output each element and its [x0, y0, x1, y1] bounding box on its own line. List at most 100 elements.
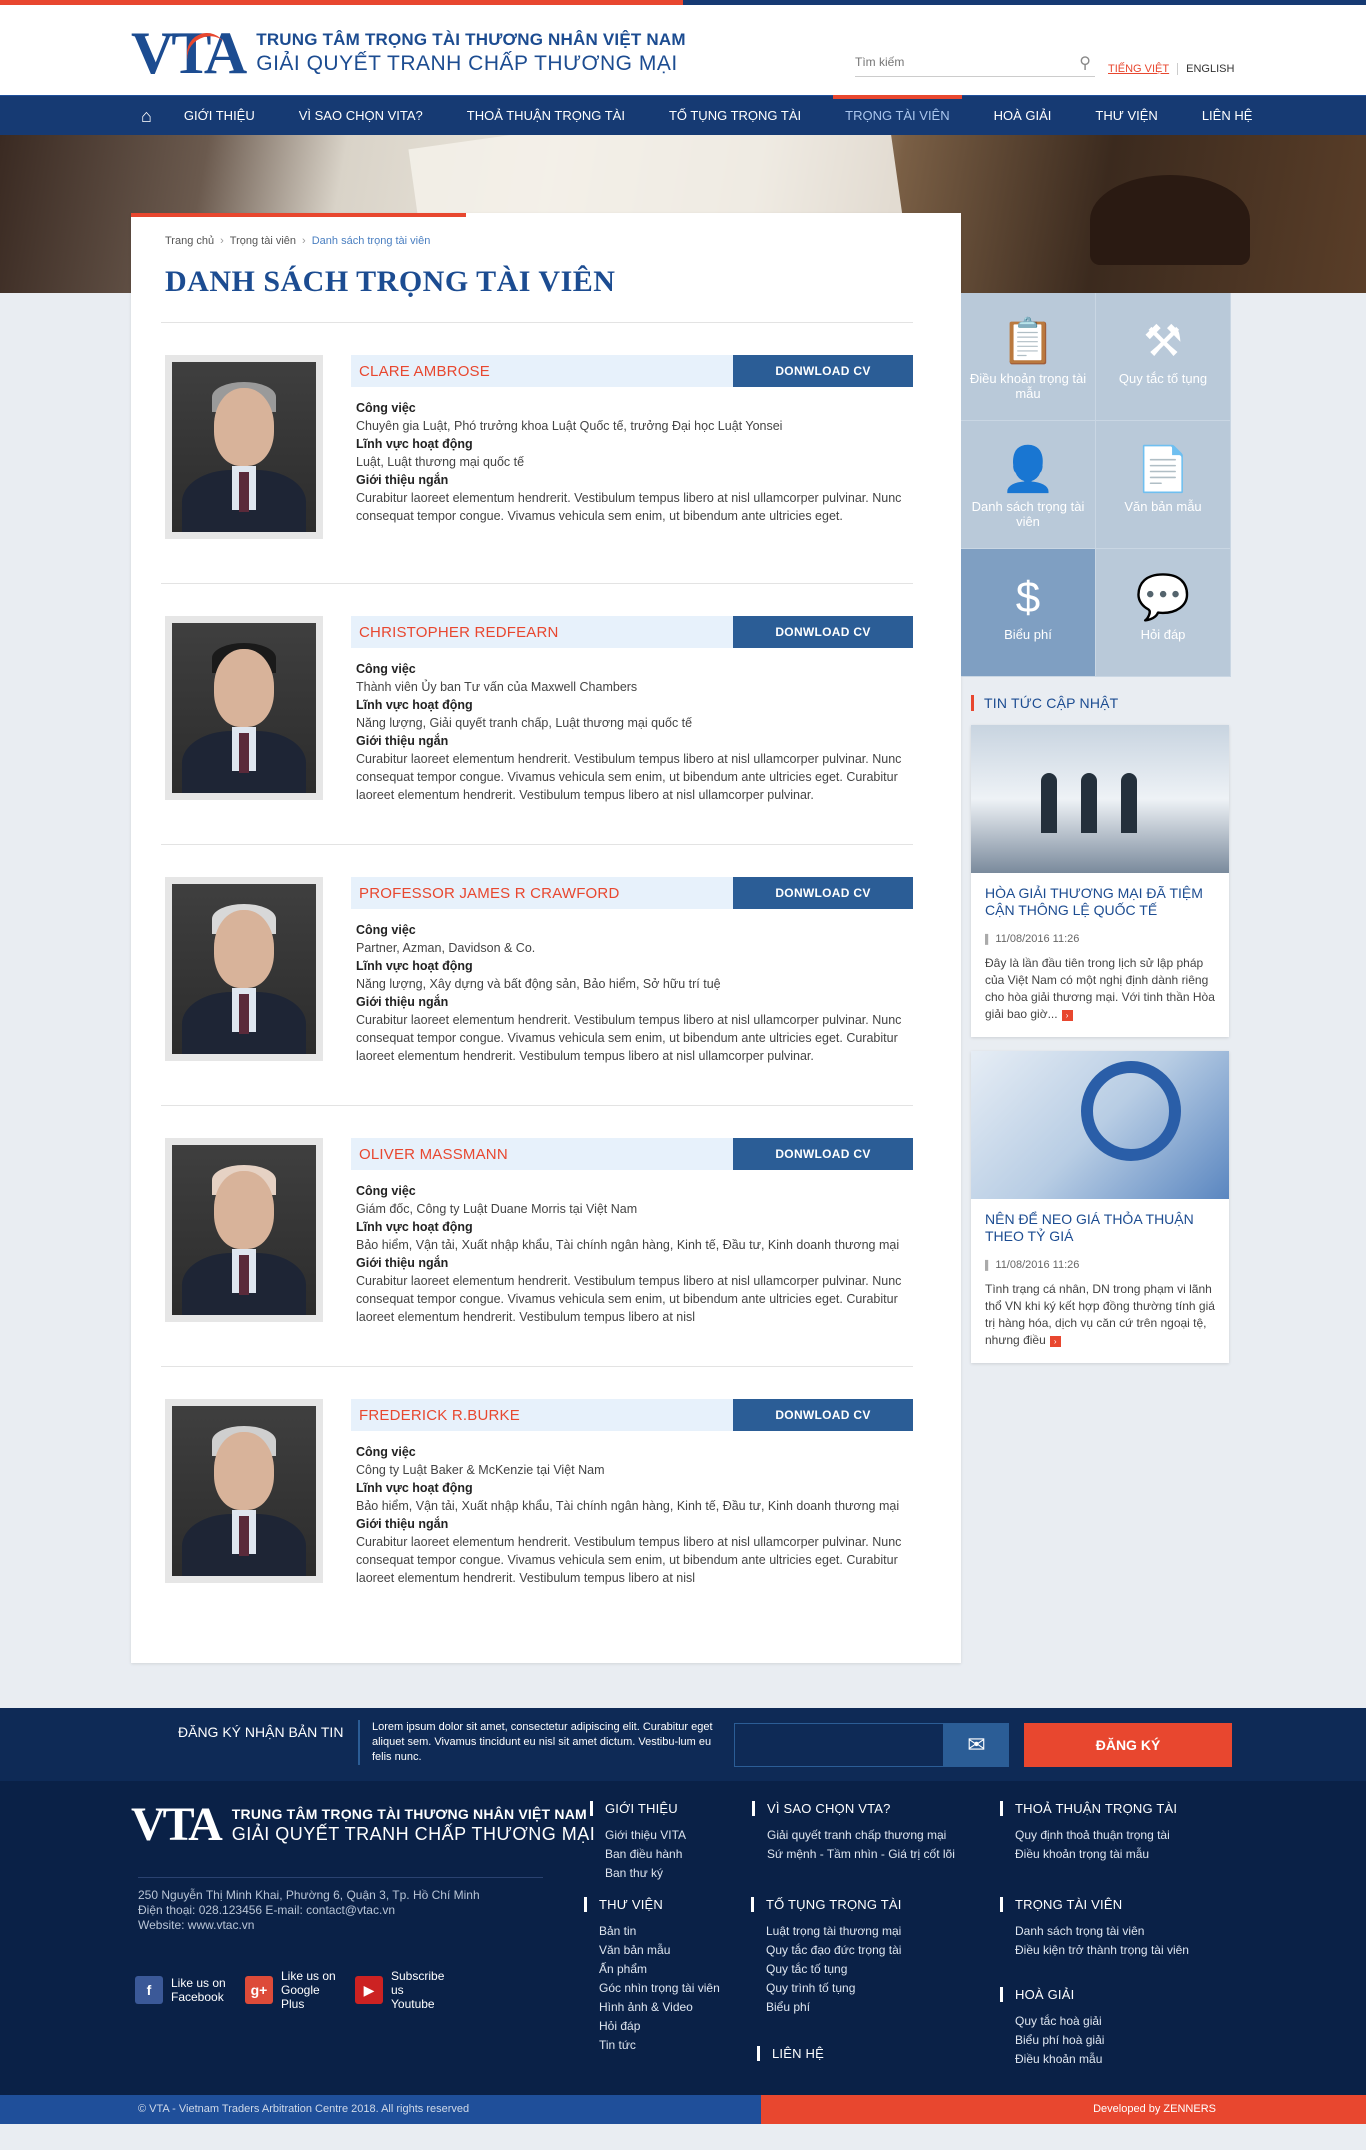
search-input[interactable] [855, 55, 1055, 69]
news-thumbnail[interactable] [971, 725, 1229, 873]
news-card[interactable]: NÊN ĐỂ NEO GIÁ THỎA THUẬN THEO TỶ GIÁ11/… [971, 1051, 1229, 1363]
footer-link[interactable]: Sứ mệnh - Tầm nhìn - Giá trị cốt lõi [752, 1845, 955, 1864]
footer-column-heading[interactable]: LIÊN HỆ [757, 2046, 824, 2061]
footer-link[interactable]: Biểu phí [751, 1998, 902, 2017]
nav-item[interactable]: TRỌNG TÀI VIÊN [823, 95, 972, 136]
footer-link[interactable]: Quy tắc đạo đức trọng tài [751, 1941, 902, 1960]
quick-link-tile[interactable]: ⚒ Quy tắc tố tụng [1096, 293, 1231, 421]
job-value: Partner, Azman, Davidson & Co. [356, 941, 536, 955]
download-cv-button[interactable]: DONWLOAD CV [733, 616, 913, 648]
footer-link[interactable]: Bản tin [584, 1922, 720, 1941]
read-more-icon[interactable]: › [1061, 1010, 1073, 1021]
arbitrator-name[interactable]: PROFESSOR JAMES R CRAWFORD [359, 885, 620, 902]
site-logo[interactable]: VTA TRUNG TÂM TRỌNG TÀI THƯƠNG NHÂN VIỆT… [131, 23, 686, 83]
document-icon: 📄 [1135, 445, 1191, 494]
social-link[interactable]: ▶ Subscribe us Youtube [355, 1969, 447, 2011]
footer-link[interactable]: Hỏi đáp [584, 2017, 720, 2036]
quick-link-tile[interactable]: 💬 Hỏi đáp [1096, 549, 1231, 677]
nav-item[interactable]: HOÀ GIẢI [972, 96, 1074, 136]
nav-item[interactable]: GIỚI THIỆU [162, 96, 277, 136]
home-icon[interactable]: ⌂ [131, 96, 162, 136]
social-link[interactable]: f Like us on Facebook [135, 1969, 227, 2011]
footer-link[interactable]: Ấn phẩm [584, 1960, 720, 1979]
footer-column-heading[interactable]: VÌ SAO CHỌN VTA? [752, 1801, 955, 1816]
arbitrator-info: PROFESSOR JAMES R CRAWFORD DONWLOAD CV Côn… [351, 877, 913, 1065]
footer-logo[interactable]: VTA TRUNG TÂM TRỌNG TÀI THƯƠNG NHÂN VIỆT… [131, 1801, 595, 1849]
footer-column-heading[interactable]: THOẢ THUẬN TRỌNG TÀI [1000, 1801, 1177, 1816]
download-cv-button[interactable]: DONWLOAD CV [733, 1399, 913, 1431]
page-title: DANH SÁCH TRỌNG TÀI VIÊN [165, 265, 616, 298]
mail-icon[interactable]: ✉ [944, 1723, 1009, 1767]
footer-link[interactable]: Giới thiệu VITA [590, 1826, 686, 1845]
nav-item[interactable]: THƯ VIỆN [1073, 96, 1179, 136]
search-icon[interactable]: ⚲ [1079, 53, 1091, 73]
silhouette [1081, 773, 1097, 833]
footer-link[interactable]: Quy định thoả thuận trọng tài [1000, 1826, 1177, 1845]
news-thumbnail[interactable] [971, 1051, 1229, 1199]
quick-link-tile[interactable]: $ Biểu phí [961, 549, 1096, 677]
news-title[interactable]: NÊN ĐỂ NEO GIÁ THỎA THUẬN THEO TỶ GIÁ [971, 1199, 1229, 1245]
arbitrator-name[interactable]: OLIVER MASSMANN [359, 1146, 508, 1163]
field-label: Lĩnh vực hoạt động [356, 437, 473, 451]
breadcrumb-sep-icon: › [220, 235, 224, 247]
field-value: Bảo hiểm, Vận tải, Xuất nhập khẩu, Tài c… [356, 1238, 900, 1252]
news-title[interactable]: HÒA GIẢI THƯƠNG MẠI ĐÃ TIỆM CẬN THÔNG LỆ… [971, 873, 1229, 919]
footer-link[interactable]: Quy trình tố tụng [751, 1979, 902, 1998]
footer-link[interactable]: Góc nhìn trọng tài viên [584, 1979, 720, 1998]
breadcrumb: Trang chủ › Trọng tài viên › Danh sách trọng… [165, 235, 430, 247]
footer-column-heading[interactable]: GIỚI THIỆU [590, 1801, 686, 1816]
portrait-tie [239, 994, 249, 1034]
footer-link[interactable]: Điều khoản mẫu [1000, 2050, 1104, 2069]
footer-link[interactable]: Ban điều hành [590, 1845, 686, 1864]
footer-column-heading[interactable]: THƯ VIỆN [584, 1897, 720, 1912]
arbitrator-name[interactable]: FREDERICK R.BURKE [359, 1407, 520, 1424]
download-cv-button[interactable]: DONWLOAD CV [733, 355, 913, 387]
news-heading: TIN TỨC CẬP NHẬT [971, 695, 1231, 711]
nav-item[interactable]: VÌ SAO CHỌN VITA? [277, 96, 445, 136]
footer-link[interactable]: Hình ảnh & Video [584, 1998, 720, 2017]
newsletter-email-input[interactable] [734, 1723, 944, 1767]
intro-label: Giới thiệu ngắn [356, 1256, 449, 1270]
read-more-icon[interactable]: › [1049, 1336, 1061, 1347]
footer-column-heading[interactable]: TRỌNG TÀI VIÊN [1000, 1897, 1189, 1912]
footer-column-heading[interactable]: TỐ TỤNG TRỌNG TÀI [751, 1897, 902, 1912]
footer-link[interactable]: Quy tắc hoà giải [1000, 2012, 1104, 2031]
lang-vietnamese[interactable]: TIẾNG VIỆT [1108, 63, 1179, 75]
name-bar: CLARE AMBROSE DONWLOAD CV [351, 355, 913, 387]
nav-item[interactable]: THOẢ THUẬN TRỌNG TÀI [445, 96, 647, 136]
arbitrator-name[interactable]: CLARE AMBROSE [359, 363, 490, 380]
download-cv-button[interactable]: DONWLOAD CV [733, 877, 913, 909]
footer-link[interactable]: Điều khoản trọng tài mẫu [1000, 1845, 1177, 1864]
news-card[interactable]: HÒA GIẢI THƯƠNG MẠI ĐÃ TIỆM CẬN THÔNG LỆ… [971, 725, 1229, 1037]
breadcrumb-home[interactable]: Trang chủ [165, 235, 214, 247]
footer-link[interactable]: Tin tức [584, 2036, 720, 2055]
footer-link[interactable]: Văn bản mẫu [584, 1941, 720, 1960]
breadcrumb-sep-icon: › [302, 235, 306, 247]
footer-link[interactable]: Danh sách trọng tài viên [1000, 1922, 1189, 1941]
download-cv-button[interactable]: DONWLOAD CV [733, 1138, 913, 1170]
subscribe-button[interactable]: ĐĂNG KÝ [1024, 1723, 1232, 1767]
nav-item[interactable]: LIÊN HỆ [1180, 96, 1275, 136]
arbitrator-details: Công việc Công ty Luật Baker & McKenzie t… [351, 1431, 913, 1587]
quick-link-tile[interactable]: 📄 Văn bản mẫu [1096, 421, 1231, 549]
nav-item[interactable]: TỐ TỤNG TRỌNG TÀI [647, 96, 823, 136]
social-line1: Like us on [171, 1976, 226, 1990]
footer-column: TỐ TỤNG TRỌNG TÀI Luật trọng tài thương m… [751, 1897, 902, 2017]
footer-link[interactable]: Quy tắc tố tụng [751, 1960, 902, 1979]
quick-link-tile[interactable]: 📋 Điều khoản trọng tài mẫu [961, 293, 1096, 421]
lang-english[interactable]: ENGLISH [1178, 63, 1234, 75]
footer-column-heading[interactable]: HOÀ GIẢI [1000, 1987, 1104, 2002]
footer-link[interactable]: Giải quyết tranh chấp thương mại [752, 1826, 955, 1845]
arbitrator-name[interactable]: CHRISTOPHER REDFEARN [359, 624, 559, 641]
newsletter-text: Lorem ipsum dolor sit amet, consectetur … [358, 1720, 713, 1765]
social-link[interactable]: g+ Like us on Google Plus [245, 1969, 337, 2011]
intro-value: Curabitur laoreet elementum hendrerit. V… [356, 752, 902, 802]
footer-link[interactable]: Điều kiện trở thành trọng tài viên [1000, 1941, 1189, 1960]
footer-link[interactable]: Biểu phí hoà giải [1000, 2031, 1104, 2050]
footer-link[interactable]: Ban thư ký [590, 1864, 686, 1883]
gavel-icon: ⚒ [1143, 317, 1183, 366]
footer-link[interactable]: Luật trọng tài thương mại [751, 1922, 902, 1941]
developer-credit[interactable]: Developed by ZENNERS [1093, 2103, 1216, 2115]
quick-link-tile[interactable]: 👤 Danh sách trọng tài viên [961, 421, 1096, 549]
breadcrumb-arbitrators[interactable]: Trọng tài viên [230, 235, 296, 247]
